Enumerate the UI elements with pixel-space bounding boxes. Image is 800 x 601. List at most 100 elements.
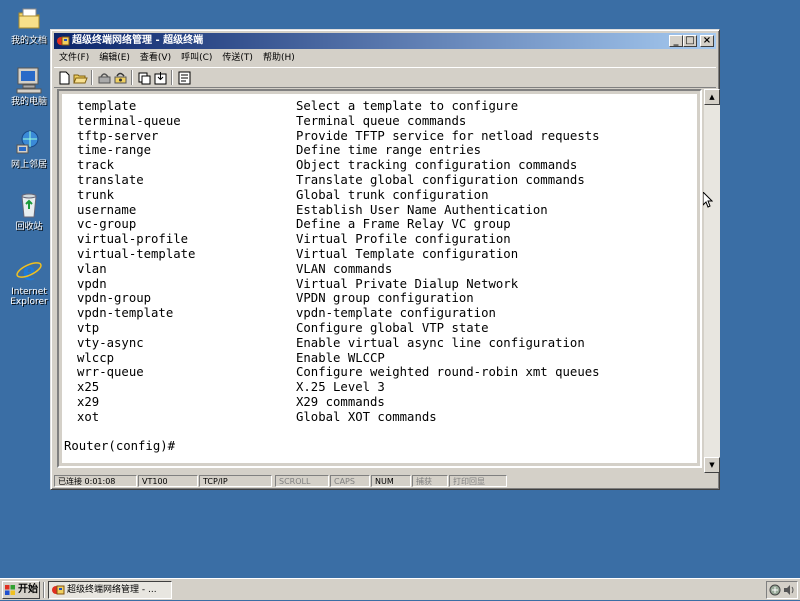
disconnect-icon[interactable] [113,71,128,85]
hyperterminal-window: 超级终端网络管理 - 超级终端 _ □ × 文件(F) 编辑(E) 查看(V) 呼叫(… [50,29,720,490]
scroll-up-button[interactable]: ▲ [704,89,720,105]
command-name: terminal-queue [77,113,181,128]
minimize-button[interactable]: _ [669,35,683,47]
command-description: Configure global VTP state [296,321,489,335]
menu-edit[interactable]: 编辑(E) [94,50,135,67]
desktop-icon-label: Internet Explorer [10,287,48,307]
desktop-icon-my-documents[interactable]: 我的文档 [4,4,54,46]
terminal-prompt: Router(config)# [64,439,176,453]
maximize-button[interactable]: □ [683,35,697,47]
command-name: xot [77,409,100,424]
close-button[interactable]: × [700,35,714,47]
desktop-icon-network-places[interactable]: 网上邻居 [4,128,54,170]
command-name: translate [77,173,144,187]
command-description: Enable WLCCP [296,350,385,365]
vertical-scrollbar[interactable]: ▲ ▼ [704,89,720,473]
status-emulation: VT100 [138,475,198,487]
command-description: Virtual Private Dialup Network [296,276,519,291]
command-description: Virtual Template configuration [296,247,519,261]
command-description: Virtual Profile configuration [296,232,511,247]
system-tray [766,581,798,599]
command-name: x29 [77,395,100,409]
scroll-down-button[interactable]: ▼ [704,457,720,473]
command-name: vty-async [77,335,144,350]
status-bar: 已连接 0:01:08 VT100 TCP/IP SCROLL CAPS NUM… [54,474,716,488]
command-name: virtual-profile [77,232,189,247]
command-name: template [77,99,137,113]
command-name: wrr-queue [77,365,144,380]
command-name: vpdn-template [77,306,174,321]
command-name: username [77,202,137,217]
hyperterminal-icon [56,34,70,48]
status-print-echo: 打印回显 [449,475,507,487]
command-name: wlccp [77,350,115,365]
desktop-icon-label: 我的电脑 [10,97,47,107]
command-name: trunk [77,187,115,202]
status-caps: CAPS [330,475,370,487]
command-description: X.25 Level 3 [296,380,385,395]
command-description: VLAN commands [296,261,393,276]
menu-file[interactable]: 文件(F) [54,50,94,67]
tray-network-icon[interactable] [769,584,781,599]
command-name: tftp-server [77,128,159,143]
my-documents-icon [14,4,44,34]
status-capture: 捕获 [412,475,448,487]
command-description: Configure weighted round-robin xmt queue… [296,365,600,380]
desktop-icon-label: 我的文档 [10,36,47,46]
desktop-icon-my-computer[interactable]: 我的电脑 [4,65,54,107]
internet-explorer-icon: e [14,255,44,287]
command-description: Define a Frame Relay VC group [296,217,511,232]
taskbar: 开始 超级终端网络管理 - ... [0,578,800,600]
taskbar-button-hyperterminal[interactable]: 超级终端网络管理 - ... [48,581,172,599]
tray-volume-icon[interactable] [783,584,795,599]
windows-logo-icon [5,585,15,595]
command-name: vtp [77,321,100,335]
terminal-frame: template Select a template to configure te… [57,89,702,468]
svg-text:e: e [23,256,35,285]
command-description: Define time range entries [296,143,482,158]
command-description: Translate global configuration commands [296,173,585,187]
toolbar-separator [171,70,173,85]
command-name: x25 [77,380,100,395]
command-description: Terminal queue commands [296,113,467,128]
desktop-icon-internet-explorer[interactable]: e Internet Explorer [4,255,54,307]
properties-icon[interactable] [177,71,192,85]
command-description: Provide TFTP service for netload request… [296,128,600,143]
command-name: vlan [77,261,107,276]
toolbar [54,67,716,88]
toolbar-separator [131,70,133,85]
network-places-icon [14,128,44,158]
desktop-icon-label: 回收站 [15,222,43,232]
menu-bar: 文件(F) 编辑(E) 查看(V) 呼叫(C) 传送(T) 帮助(H) [54,50,716,67]
command-name: virtual-template [77,247,196,261]
recycle-bin-icon [14,190,44,220]
menu-call[interactable]: 呼叫(C) [176,50,217,67]
command-description: VPDN group configuration [296,291,474,306]
send-icon[interactable] [137,71,152,85]
command-name: vpdn-group [77,291,152,306]
start-button[interactable]: 开始 [2,581,40,599]
connect-icon[interactable] [97,71,112,85]
taskbar-separator [43,582,45,598]
command-description: Object tracking configuration commands [296,158,578,173]
command-description: Select a template to configure [296,99,519,113]
menu-transfer[interactable]: 传送(T) [217,50,258,67]
new-icon[interactable] [57,71,72,85]
status-connection: 已连接 0:01:08 [54,475,137,487]
menu-view[interactable]: 查看(V) [135,50,176,67]
menu-help[interactable]: 帮助(H) [258,50,300,67]
window-title: 超级终端网络管理 - 超级终端 [72,35,204,46]
terminal-screen[interactable]: template Select a template to configure te… [62,94,697,463]
command-description: Global trunk configuration [296,187,489,202]
title-bar[interactable]: 超级终端网络管理 - 超级终端 _ □ × [54,33,716,49]
command-name: vc-group [77,217,137,232]
receive-icon[interactable] [153,71,168,85]
status-num: NUM [371,475,411,487]
desktop-icon-label: 网上邻居 [10,160,47,170]
desktop-icon-recycle-bin[interactable]: 回收站 [4,190,54,232]
hyperterminal-icon [51,583,65,597]
mouse-cursor-icon [702,190,714,208]
open-icon[interactable] [73,71,88,85]
taskbar-button-label: 超级终端网络管理 - ... [67,585,157,595]
status-scroll: SCROLL [275,475,329,487]
